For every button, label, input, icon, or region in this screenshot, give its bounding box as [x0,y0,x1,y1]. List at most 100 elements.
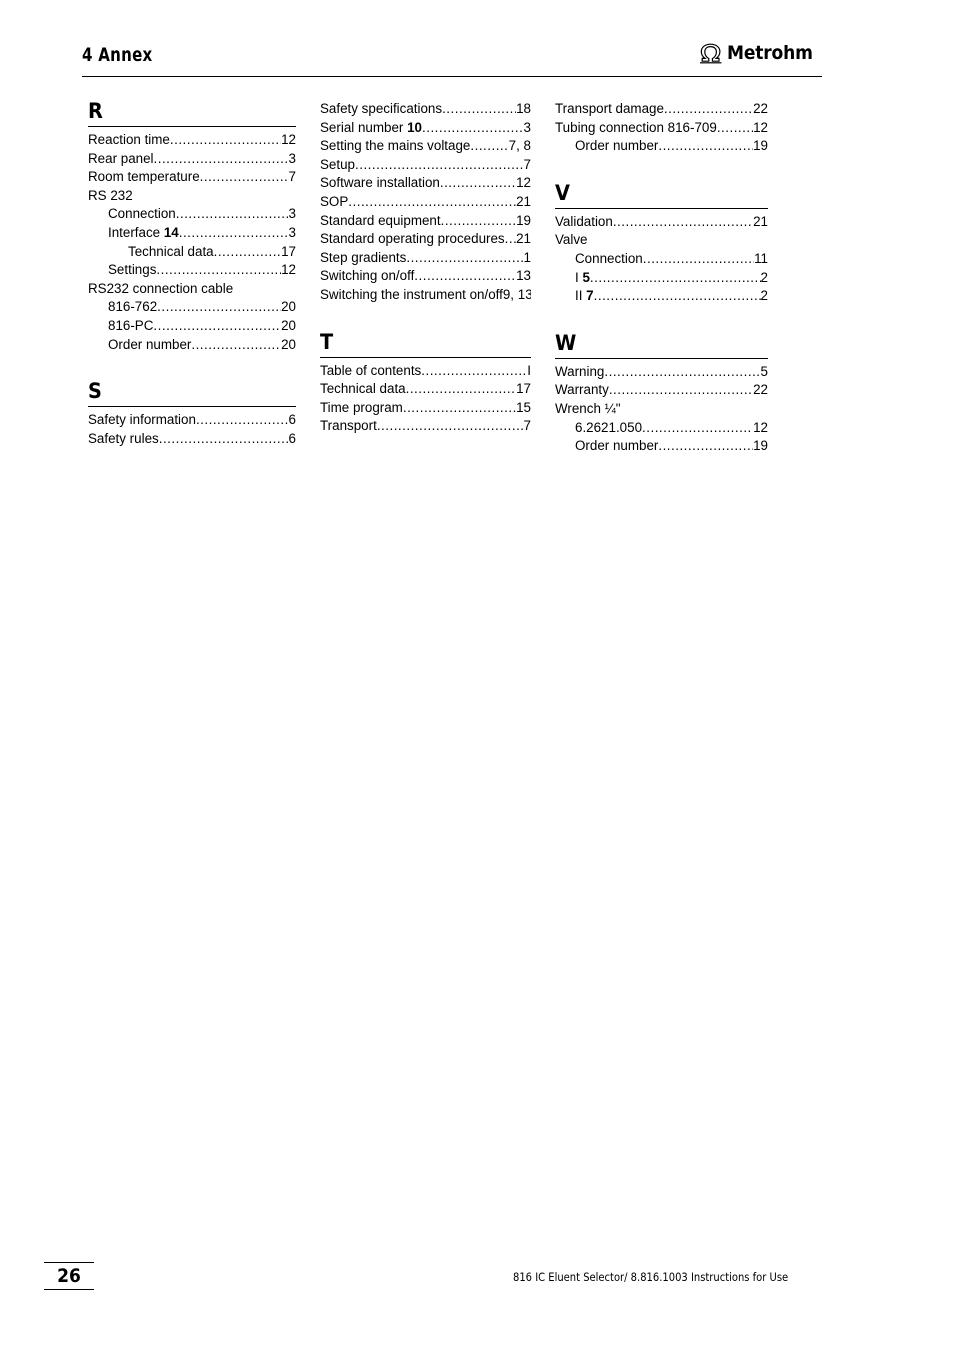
leader-dots: ........................................… [376,418,524,434]
index-entry-label: Order number [575,138,659,154]
index-entry-page: 7 [288,169,296,185]
index-entry-page: 7 [523,156,531,172]
index-entry[interactable]: Step gradients .........................… [320,249,531,268]
index-entry[interactable]: Transport...............................… [320,417,531,436]
leader-dots: ........................................… [355,156,524,172]
index-entry[interactable]: Table of contents ......................… [320,362,531,381]
index-entry[interactable]: Serial number 10........................… [320,119,531,138]
index-entry[interactable]: Safety rules ...........................… [88,430,296,449]
index-entry[interactable]: Valve [555,231,768,250]
leader-dots: ........................................… [440,212,516,228]
leader-dots: ........................................… [504,231,516,247]
index-entry-page: 21 [753,213,768,229]
index-entry-label: Order number [108,336,192,352]
index-entry[interactable]: Reaction time...........................… [88,131,296,150]
index-entry[interactable]: Safety information......................… [88,411,296,430]
index-entry-label: Standard operating procedures [320,231,505,247]
index-entry[interactable]: Warranty ...............................… [555,381,768,400]
leader-dots: ........................................… [642,419,753,435]
index-entry-page: 6 [288,430,296,446]
index-entry-page: 12 [753,119,768,135]
leader-dots: ........................................… [213,243,282,259]
index-entry-page: 2 [760,288,768,304]
leader-dots: ........................................… [439,175,516,191]
index-entry-label: Transport damage [555,101,664,116]
index-entry[interactable]: Safety specifications...................… [320,100,531,119]
index-entry[interactable]: RS232 connection cable [88,280,296,299]
index-entry[interactable]: Switching the instrument on/off9, 13 [320,286,531,305]
index-entry[interactable]: Order number ...........................… [555,137,768,156]
index-entry[interactable]: Transport damage .......................… [555,100,768,119]
index-entry[interactable]: Room temperature .......................… [88,168,296,187]
index-entry-page: 19 [753,438,768,454]
section-divider [555,357,768,359]
leader-dots: ........................................… [175,206,289,222]
index-entry-label: Reaction time [88,132,170,147]
index-entry-page: 17 [281,243,296,259]
index-entry-label: Rear panel [88,150,154,166]
index-entry[interactable]: Standard equipment......................… [320,212,531,231]
index-entry[interactable]: II 7....................................… [555,287,768,306]
index-entry-label: Serial number 10 [320,119,422,135]
index-entry-page: 3 [288,206,296,222]
index-entry-page: 19 [516,212,531,228]
index-entry-label: II 7 [575,288,594,304]
index-entry[interactable]: 816-PC..................................… [88,317,296,336]
page-header: 4 Annex Metrohm [82,42,822,78]
index-entry[interactable]: Connection .............................… [88,205,296,224]
index-entry[interactable]: Setup...................................… [320,156,531,175]
leader-dots: ........................................… [716,119,753,135]
index-entry[interactable]: Warning ................................… [555,363,768,382]
index-entry[interactable]: Time program ...........................… [320,399,531,418]
index-entry[interactable]: Wrench ¼" [555,400,768,419]
index-entry[interactable]: 6.2621.050 .............................… [555,419,768,438]
index-entry-label: Transport [320,418,377,434]
index-entry[interactable]: Tubing connection 816-709...............… [555,119,768,138]
index-entry[interactable]: Order number............................… [88,336,296,355]
index-entry[interactable]: Standard operating procedures ..........… [320,230,531,249]
page-footer: 26 816 IC Eluent Selector/ 8.816.1003 In… [0,1258,954,1318]
index-entry-label: Safety information [88,412,196,428]
section-letter-t: T [320,329,334,354]
leader-dots: ........................................… [191,336,282,352]
section-divider [320,356,531,358]
page-number-rule-bottom [44,1289,94,1290]
leader-dots: ........................................… [608,382,753,398]
index-entry-page: 22 [753,382,768,398]
index-entry[interactable]: Order number ...........................… [555,437,768,456]
index-entry[interactable]: I 5.....................................… [555,269,768,288]
index-entry[interactable]: Validation..............................… [555,213,768,232]
index-entry-page: 17 [516,381,531,397]
leader-dots: ........................................… [157,299,281,315]
omega-logo-icon [699,43,722,63]
footer-document-reference: 816 IC Eluent Selector/ 8.816.1003 Instr… [513,1270,789,1284]
leader-dots: ........................................… [414,268,516,284]
index-entry-page: 11 [754,250,768,266]
leader-dots: ........................................… [642,250,754,266]
index-entry[interactable]: Switching on/off .......................… [320,267,531,286]
index-entry[interactable]: RS 232 [88,187,296,206]
index-entry[interactable]: Settings................................… [88,261,296,280]
index-entry-page: 7 [523,418,531,434]
index-entry[interactable]: Technical data .........................… [320,380,531,399]
leader-dots: ........................................… [402,399,517,415]
leader-dots: ........................................… [658,138,753,154]
index-entry[interactable]: Rear panel .............................… [88,150,296,169]
index-entry[interactable]: SOP.....................................… [320,193,531,212]
index-entry-label: Table of contents [320,362,422,378]
index-entry-label: Time program [320,399,403,415]
index-entry-label: Connection [108,206,176,222]
index-entry-ref: 7 [586,288,594,304]
index-entry[interactable]: Connection..............................… [555,250,768,269]
section-divider [88,406,296,408]
index-entry[interactable]: Setting the mains voltage ..............… [320,137,531,156]
index-entry[interactable]: Software installation...................… [320,174,531,193]
index-entry[interactable]: Technical data..........................… [88,243,296,262]
index-entry-page: 12 [281,132,296,147]
index-entry-page: 5 [760,363,768,379]
index-entry-label: Connection [575,250,643,266]
index-entry[interactable]: 816-762.................................… [88,298,296,317]
index-entry-label: I 5 [575,269,590,285]
index-entry[interactable]: Interface 14............................… [88,224,296,243]
